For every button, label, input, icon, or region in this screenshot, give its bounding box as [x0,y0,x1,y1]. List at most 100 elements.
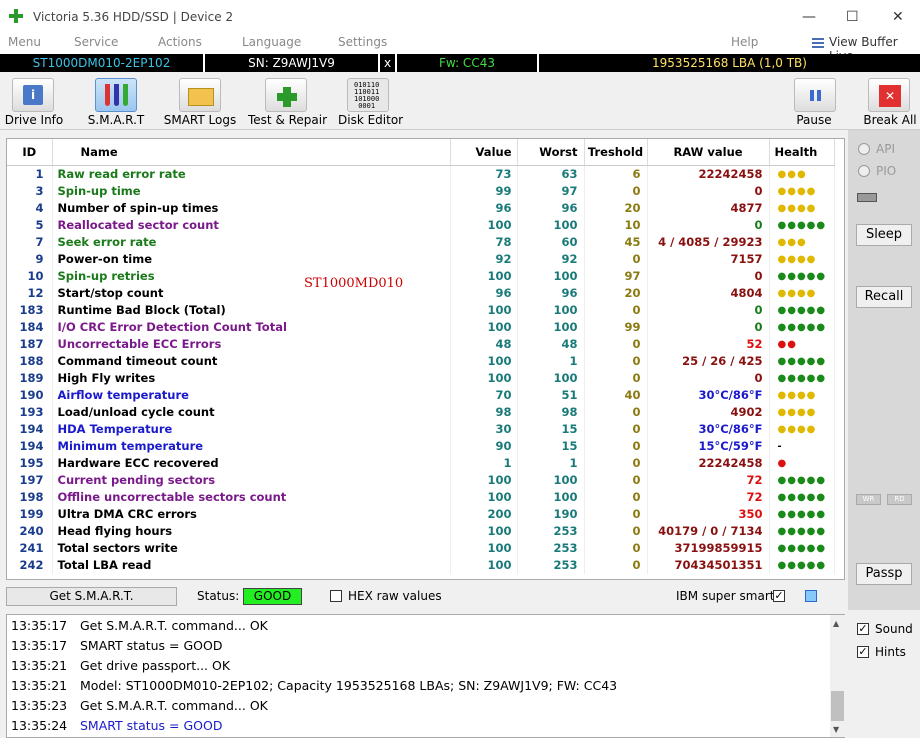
smart-value: 99 [450,182,518,200]
smart-id: 183 [7,301,53,319]
ibm-super-smart-checkbox[interactable]: ✓ [773,590,785,602]
smart-label: S.M.A.R.T [87,113,145,127]
disk-editor-button[interactable]: 010110 110011 101000 0001 Disk Editor [338,72,403,130]
menu-bar [0,33,920,54]
drive-model[interactable]: ST1000DM010-2EP102 [0,54,205,72]
pause-label: Pause [796,113,832,127]
test-repair-button[interactable]: Test & Repair [248,72,327,130]
smart-raw: 72 [647,488,770,506]
menu-item-settings[interactable]: Settings [338,35,387,49]
table-row[interactable]: 187 Uncorrectable ECC Errors 48 48 0 52 ●● [7,335,835,353]
passp-button[interactable]: Passp [856,563,912,585]
scroll-thumb[interactable] [831,691,844,721]
table-row[interactable]: 240 Head flying hours 100 253 0 40179 / 0 / 7… [7,522,835,540]
recall-button[interactable]: Recall [856,286,912,308]
drive-info-button[interactable]: i Drive Info [4,72,64,130]
sleep-button[interactable]: Sleep [856,224,912,246]
pio-radio[interactable] [858,165,870,177]
col-health[interactable]: Health [769,139,835,166]
smart-value: 100 [450,216,518,234]
table-row[interactable]: 198 Offline uncorrectable sectors count 10… [7,488,835,506]
smart-worst: 63 [517,165,585,183]
smart-health: ●●●● [769,403,835,421]
smart-name: Power-on time [52,250,451,268]
smart-value: 90 [450,437,518,455]
get-smart-button[interactable]: Get S.M.A.R.T. [6,587,177,606]
table-row[interactable]: 193 Load/unload cycle count 98 98 0 4902 ●●●● [7,403,835,421]
table-row[interactable]: 12 Start/stop count 96 96 20 4804 ●●●● [7,284,835,302]
smart-id: 12 [7,284,53,302]
col-id[interactable]: ID [7,139,53,166]
menu-item-service[interactable]: Service [74,35,118,49]
close-button[interactable]: ✕ [892,9,904,25]
smart-worst: 190 [517,505,585,523]
table-row[interactable]: 194 Minimum temperature 90 15 0 15°C/59°F - [7,437,835,455]
smart-health: ●●●● [769,199,835,217]
table-row[interactable]: 1 Raw read error rate 73 63 6 22242458 ●●● [7,165,835,183]
table-row[interactable]: 5 Reallocated sector count 100 100 10 0 ●●●●● [7,216,835,234]
smart-button[interactable]: S.M.A.R.T [83,72,149,130]
smart-id: 4 [7,199,53,217]
minimize-button[interactable]: — [802,9,816,25]
col-name[interactable]: Name [52,139,451,166]
smart-id: 190 [7,386,53,404]
table-row[interactable]: 183 Runtime Bad Block (Total) 100 100 0 0 ●●●●… [7,301,835,319]
table-row[interactable]: 189 High Fly writes 100 100 0 0 ●●●●● [7,369,835,387]
table-row[interactable]: 197 Current pending sectors 100 100 0 72 ●●●●● [7,471,835,489]
maximize-button[interactable]: ☐ [846,9,859,25]
status-badge: GOOD [243,588,302,605]
api-radio[interactable] [858,143,870,155]
table-row[interactable]: 242 Total LBA read 100 253 0 70434501351 ●●●●● [7,556,835,574]
drive-serial: SN: Z9AWJ1V9 [205,54,380,72]
smart-name: Offline uncorrectable sectors count [52,488,451,506]
menu-item-help[interactable]: Help [731,35,758,49]
color-indicator[interactable] [805,590,817,602]
close-drive-button[interactable]: x [380,54,397,72]
hints-checkbox[interactable]: ✓ [857,646,869,658]
table-row[interactable]: 3 Spin-up time 99 97 0 0 ●●●● [7,182,835,200]
hex-raw-checkbox[interactable] [330,590,342,602]
smart-threshold: 20 [584,284,648,302]
table-row[interactable]: 188 Command timeout count 100 1 0 25 / 26 / 4… [7,352,835,370]
smart-logs-button[interactable]: SMART Logs [163,72,237,130]
scroll-down-icon[interactable]: ▼ [833,725,839,734]
log-message: Get drive passport... OK [80,658,231,673]
table-row[interactable]: 10 Spin-up retries 100 100 97 0 ●●●●● [7,267,835,285]
table-row[interactable]: 4 Number of spin-up times 96 96 20 4877 ●●●● [7,199,835,217]
table-row[interactable]: 199 Ultra DMA CRC errors 200 190 0 350 ●●●●● [7,505,835,523]
smart-raw: 0 [647,216,770,234]
smart-value: 96 [450,199,518,217]
log-scrollbar[interactable]: ▲ ▼ [830,615,845,737]
smart-raw: 4877 [647,199,770,217]
smart-value: 100 [450,539,518,557]
smart-health: ●● [769,335,835,353]
scroll-up-icon[interactable]: ▲ [833,619,839,628]
col-value[interactable]: Value [450,139,518,166]
break-all-button[interactable]: ✕ Break All [862,72,918,130]
smart-threshold: 0 [584,335,648,353]
col-threshold[interactable]: Treshold [584,139,648,166]
drive-info-label: Drive Info [4,113,64,127]
smart-worst: 100 [517,216,585,234]
menu-item-actions[interactable]: Actions [158,35,202,49]
table-row[interactable]: 9 Power-on time 92 92 0 7157 ●●●● [7,250,835,268]
table-row[interactable]: 184 I/O CRC Error Detection Count Total 10… [7,318,835,336]
smart-id: 193 [7,403,53,421]
smart-name: Load/unload cycle count [52,403,451,421]
sound-checkbox[interactable]: ✓ [857,623,869,635]
pause-button[interactable]: Pause [790,72,838,130]
menu-item-language[interactable]: Language [242,35,301,49]
table-row[interactable]: 7 Seek error rate 78 60 45 4 / 4085 / 29923 ●●… [7,233,835,251]
table-row[interactable]: 241 Total sectors write 100 253 0 37199859915… [7,539,835,557]
smart-name: Raw read error rate [52,165,451,183]
log-time: 13:35:17 [11,638,68,653]
table-row[interactable]: 194 HDA Temperature 30 15 0 30°C/86°F ●●●● [7,420,835,438]
table-row[interactable]: 195 Hardware ECC recovered 1 1 0 22242458 ● [7,454,835,472]
firmware-version: Fw: CC43 [397,54,539,72]
menu-item-menu[interactable]: Menu [8,35,41,49]
col-raw-value[interactable]: RAW value [647,139,770,166]
smart-id: 3 [7,182,53,200]
table-row[interactable]: 190 Airflow temperature 70 51 40 30°C/86°F ●●●… [7,386,835,404]
folder-icon [179,78,221,112]
col-worst[interactable]: Worst [517,139,585,166]
